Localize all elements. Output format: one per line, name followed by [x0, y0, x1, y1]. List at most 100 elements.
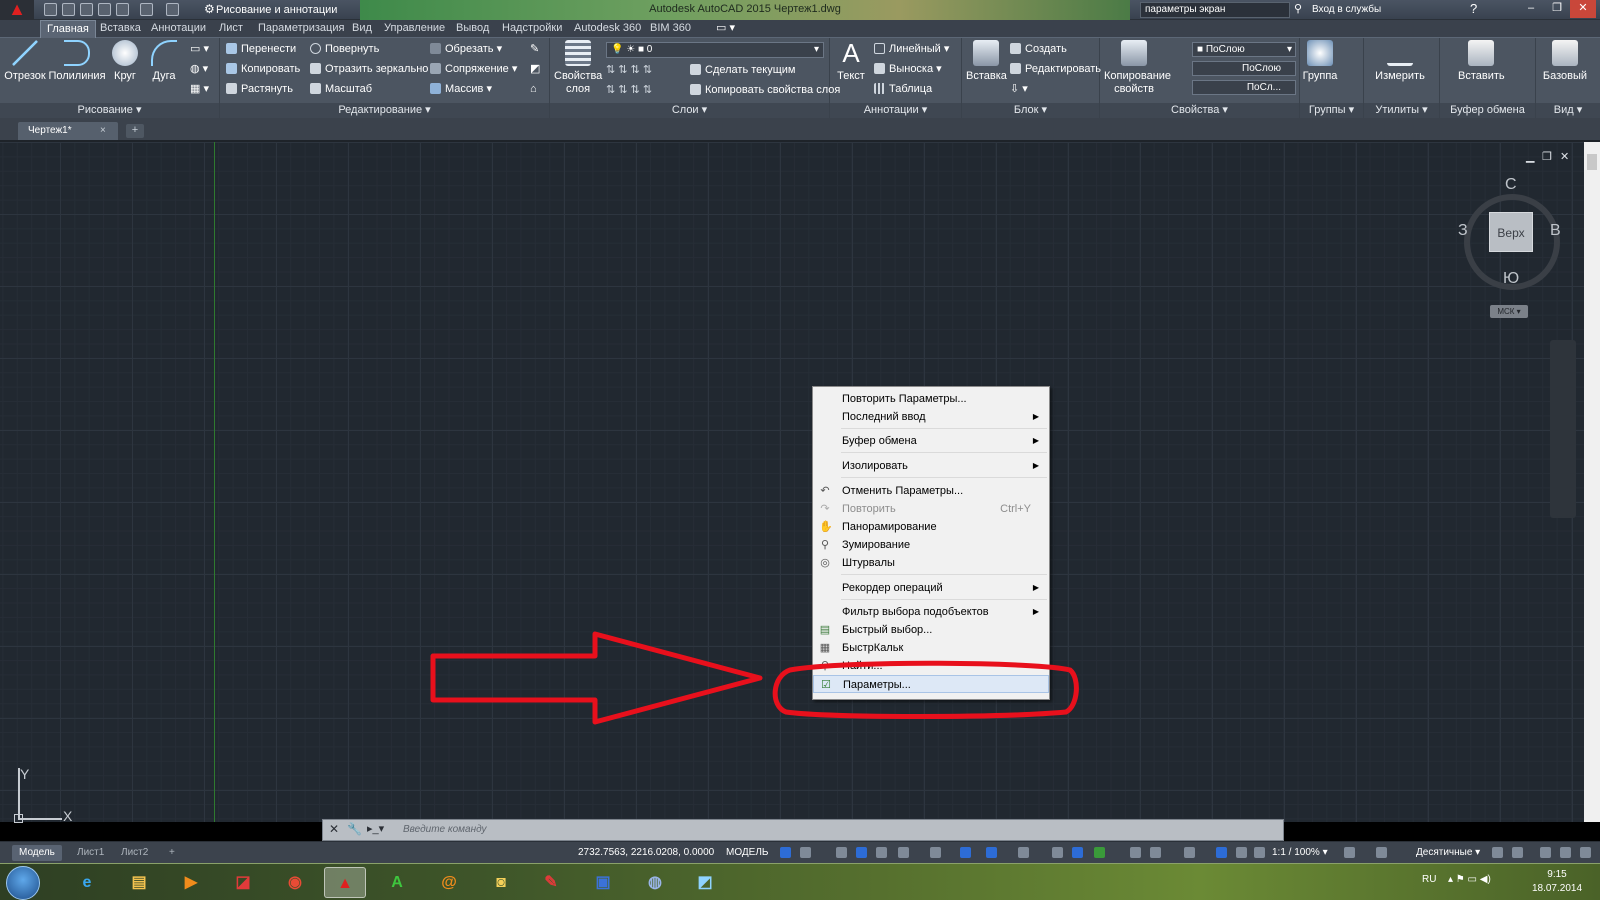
tab-bim360[interactable]: BIM 360: [644, 20, 697, 38]
restore-button[interactable]: ❐: [1544, 0, 1570, 18]
menu-item-repeat-options[interactable]: Повторить Параметры...: [813, 390, 1049, 408]
new-icon[interactable]: [44, 3, 57, 16]
panel-modify-title[interactable]: Редактирование ▾: [220, 103, 549, 118]
viewport-restore-icon[interactable]: ❐: [1542, 150, 1552, 163]
viewcube-west[interactable]: З: [1458, 222, 1468, 240]
close-tab-icon[interactable]: ×: [100, 122, 106, 140]
measure-button[interactable]: Измерить: [1374, 40, 1426, 83]
layer-properties-button[interactable]: Свойства слоя: [554, 40, 602, 96]
menu-item-steeringwheels[interactable]: ◎ Штурвалы: [813, 554, 1049, 572]
menu-item-find[interactable]: ⚲ Найти...: [813, 657, 1049, 675]
application-menu-button[interactable]: ▲: [0, 0, 34, 20]
menu-item-subobject-filter[interactable]: Фильтр выбора подобъектов ▶: [813, 603, 1049, 621]
annotation-scale-dropdown[interactable]: 1:1 / 100% ▾: [1272, 845, 1328, 861]
tab-autodesk360[interactable]: Autodesk 360: [568, 20, 647, 38]
layout-tab-sheet2[interactable]: Лист2: [114, 845, 155, 861]
grid-icon[interactable]: [780, 847, 791, 858]
customization-icon[interactable]: [1580, 847, 1591, 858]
tab-annotate[interactable]: Аннотации: [145, 20, 212, 38]
hatch-icon[interactable]: ◍ ▾: [190, 62, 208, 76]
menu-item-clipboard[interactable]: Буфер обмена ▶: [813, 432, 1049, 450]
move-button[interactable]: Перенести: [226, 42, 296, 56]
close-button[interactable]: ✕: [1570, 0, 1596, 18]
vertical-scrollbar[interactable]: [1584, 142, 1600, 822]
3d-osnap-icon[interactable]: [1094, 847, 1105, 858]
panel-utilities-title[interactable]: Утилиты ▾: [1364, 103, 1439, 118]
arc-button[interactable]: Дуга: [146, 40, 182, 83]
panel-properties-title[interactable]: Свойства ▾: [1100, 103, 1299, 118]
panel-annotation-title[interactable]: Аннотации ▾: [830, 103, 961, 118]
create-block-button[interactable]: Создать: [1010, 42, 1067, 56]
viewcube-top-face[interactable]: Верх: [1489, 212, 1533, 252]
app-icon-red[interactable]: ✎: [530, 867, 572, 898]
system-clock[interactable]: 9:15 18.07.2014: [1526, 868, 1588, 896]
isodraft-icon[interactable]: [930, 847, 941, 858]
add-layout-icon[interactable]: +: [162, 845, 182, 861]
annotation-visibility-icon[interactable]: [1216, 847, 1227, 858]
autocad-app-icon[interactable]: A: [376, 867, 418, 898]
menu-item-action-recorder[interactable]: Рекордер операций ▶: [813, 579, 1049, 597]
tab-home[interactable]: Главная: [40, 20, 96, 38]
command-input[interactable]: Введите команду: [397, 822, 1257, 838]
paint-icon[interactable]: ◍: [634, 867, 676, 898]
copy-button[interactable]: Копировать: [226, 62, 300, 76]
hardware-acceleration-icon[interactable]: [1540, 847, 1551, 858]
open-icon[interactable]: [62, 3, 75, 16]
viewport-close-icon[interactable]: ✕: [1560, 150, 1569, 163]
auto-scale-icon[interactable]: [1236, 847, 1247, 858]
menu-item-zoom[interactable]: ⚲ Зумирование: [813, 536, 1049, 554]
circle-button[interactable]: Круг: [108, 40, 142, 83]
save-icon[interactable]: [80, 3, 93, 16]
redo-icon[interactable]: [166, 3, 179, 16]
pdf-reader-icon[interactable]: ◪: [222, 867, 264, 898]
base-view-button[interactable]: Базовый: [1540, 40, 1590, 83]
linear-dim-button[interactable]: Линейный ▾: [874, 42, 949, 56]
undo-icon[interactable]: [140, 3, 153, 16]
panel-draw-title[interactable]: Рисование ▾: [0, 103, 219, 118]
snap-icon[interactable]: [800, 847, 811, 858]
scrollbar-thumb[interactable]: [1587, 154, 1597, 170]
viewcube-east[interactable]: В: [1550, 222, 1561, 240]
navigation-bar[interactable]: [1550, 340, 1576, 518]
close-command-line-icon[interactable]: ✕: [329, 822, 339, 836]
menu-item-quickcalc[interactable]: ▦ БыстрКальк: [813, 639, 1049, 657]
tray-icons[interactable]: ▴ ⚑ ▭ ◀): [1448, 874, 1491, 885]
annotation-scale-icon[interactable]: [1254, 847, 1265, 858]
erase-icon[interactable]: ✎: [530, 42, 539, 56]
selection-filter-icon[interactable]: [1150, 847, 1161, 858]
binoculars-icon[interactable]: ⚲: [1294, 2, 1302, 15]
file-explorer-icon[interactable]: ▤: [118, 867, 160, 898]
insert-block-button[interactable]: Вставка: [966, 40, 1007, 83]
color-dropdown[interactable]: ■ ПоСлою ▾: [1192, 42, 1296, 57]
polyline-button[interactable]: Полилиния: [48, 40, 106, 83]
mail-icon[interactable]: @: [428, 867, 470, 898]
menu-item-options[interactable]: ☑ Параметры...: [813, 675, 1049, 693]
fillet-button[interactable]: Сопряжение ▾: [430, 62, 517, 76]
new-tab-button[interactable]: +: [126, 124, 144, 138]
match-properties-button[interactable]: Копирование свойств: [1104, 40, 1171, 96]
trim-button[interactable]: Обрезать ▾: [430, 42, 502, 56]
array-button[interactable]: Массив ▾: [430, 82, 492, 96]
media-player-icon[interactable]: ▶: [170, 867, 212, 898]
minimize-button[interactable]: –: [1518, 0, 1544, 18]
linetype-dropdown[interactable]: ПоСлою: [1192, 61, 1296, 76]
transparency-icon[interactable]: [1052, 847, 1063, 858]
ribbon-toggle-icon[interactable]: ▭ ▾: [710, 20, 741, 38]
clean-screen-icon[interactable]: [1560, 847, 1571, 858]
paste-button[interactable]: Вставить: [1458, 40, 1505, 83]
viewport-minimize-icon[interactable]: ▁: [1526, 150, 1534, 163]
coordinates-readout[interactable]: 2732.7563, 2216.0208, 0.0000: [578, 845, 714, 861]
help-button[interactable]: ?: [1470, 1, 1477, 16]
tab-addins[interactable]: Надстройки: [496, 20, 568, 38]
wrench-icon[interactable]: 🔧: [347, 822, 362, 836]
isolate-objects-icon[interactable]: [1512, 847, 1523, 858]
group-button[interactable]: Группа: [1302, 40, 1338, 83]
tab-view[interactable]: Вид: [346, 20, 378, 38]
menu-item-pan[interactable]: ✋ Панорамирование: [813, 518, 1049, 536]
viewcube-north[interactable]: С: [1505, 176, 1517, 194]
internet-explorer-icon[interactable]: e: [66, 867, 108, 898]
print-icon[interactable]: [116, 3, 129, 16]
login-button[interactable]: Вход в службы: [1312, 2, 1381, 18]
viewcube-south[interactable]: Ю: [1503, 270, 1519, 288]
explode-icon[interactable]: ◩: [530, 62, 540, 76]
